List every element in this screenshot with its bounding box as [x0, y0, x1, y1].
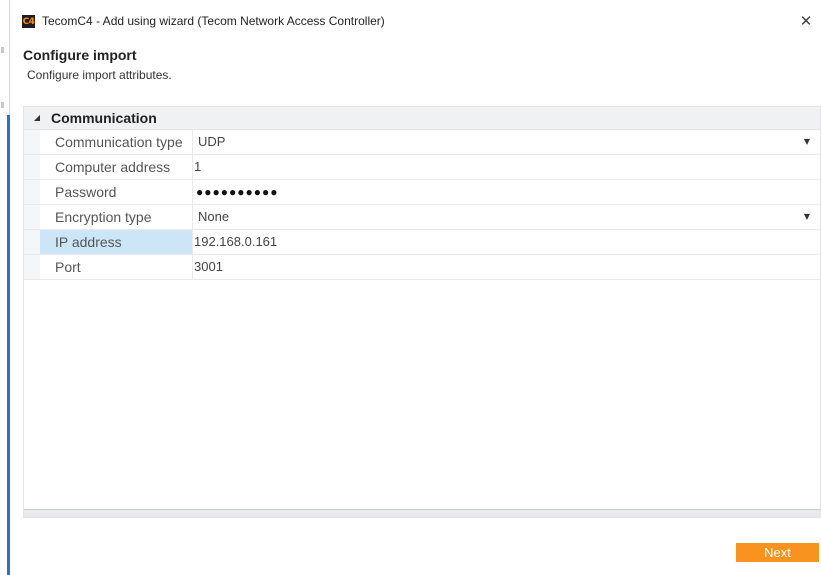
communication-type-select[interactable]: UDP	[194, 130, 820, 154]
page-subtitle: Configure import attributes.	[27, 68, 172, 82]
collapse-triangle-icon[interactable]: ◢	[31, 110, 43, 124]
computer-address-field[interactable]: 1	[194, 155, 820, 179]
ip-address-field[interactable]: 192.168.0.161	[194, 230, 820, 254]
property-row-communication-type[interactable]: Communication type UDP ▼	[24, 130, 820, 155]
property-grid: ◢ Communication Communication type UDP ▼…	[23, 106, 821, 518]
property-name: Computer address	[40, 155, 193, 179]
page-title: Configure import	[23, 47, 137, 63]
row-gutter	[24, 205, 40, 229]
property-row-ip-address[interactable]: IP address 192.168.0.161	[24, 230, 820, 255]
edge-marker	[1, 47, 4, 53]
edge-marker	[1, 102, 4, 108]
property-row-password[interactable]: Password ●●●●●●●●●●	[24, 180, 820, 205]
grid-bottom-bar	[24, 509, 820, 517]
property-name: Password	[40, 180, 193, 204]
property-row-encryption-type[interactable]: Encryption type None ▼	[24, 205, 820, 230]
property-name: Port	[40, 255, 193, 279]
dropdown-arrow-icon[interactable]: ▼	[804, 205, 810, 229]
window-left-edge	[0, 0, 10, 575]
next-button[interactable]: Next	[736, 543, 819, 562]
dropdown-arrow-icon[interactable]: ▼	[804, 130, 810, 154]
row-gutter	[24, 230, 40, 254]
encryption-type-select[interactable]: None	[194, 205, 820, 229]
left-accent-bar	[7, 115, 10, 575]
property-row-computer-address[interactable]: Computer address 1	[24, 155, 820, 180]
property-row-port[interactable]: Port 3001	[24, 255, 820, 280]
property-name: Communication type	[40, 130, 193, 154]
port-field[interactable]: 3001	[194, 255, 820, 279]
property-name: IP address	[40, 230, 193, 254]
row-gutter	[24, 255, 40, 279]
title-bar: C4 TecomC4 - Add using wizard (Tecom Net…	[10, 0, 821, 40]
window-title: TecomC4 - Add using wizard (Tecom Networ…	[42, 14, 385, 28]
row-gutter	[24, 180, 40, 204]
category-label: Communication	[51, 110, 157, 126]
close-icon[interactable]: ✕	[795, 10, 817, 32]
row-gutter	[24, 130, 40, 154]
password-field[interactable]: ●●●●●●●●●●	[194, 180, 820, 204]
property-name: Encryption type	[40, 205, 193, 229]
category-row-communication[interactable]: ◢ Communication	[24, 107, 820, 130]
row-gutter	[24, 155, 40, 179]
app-logo-icon: C4	[22, 15, 35, 28]
